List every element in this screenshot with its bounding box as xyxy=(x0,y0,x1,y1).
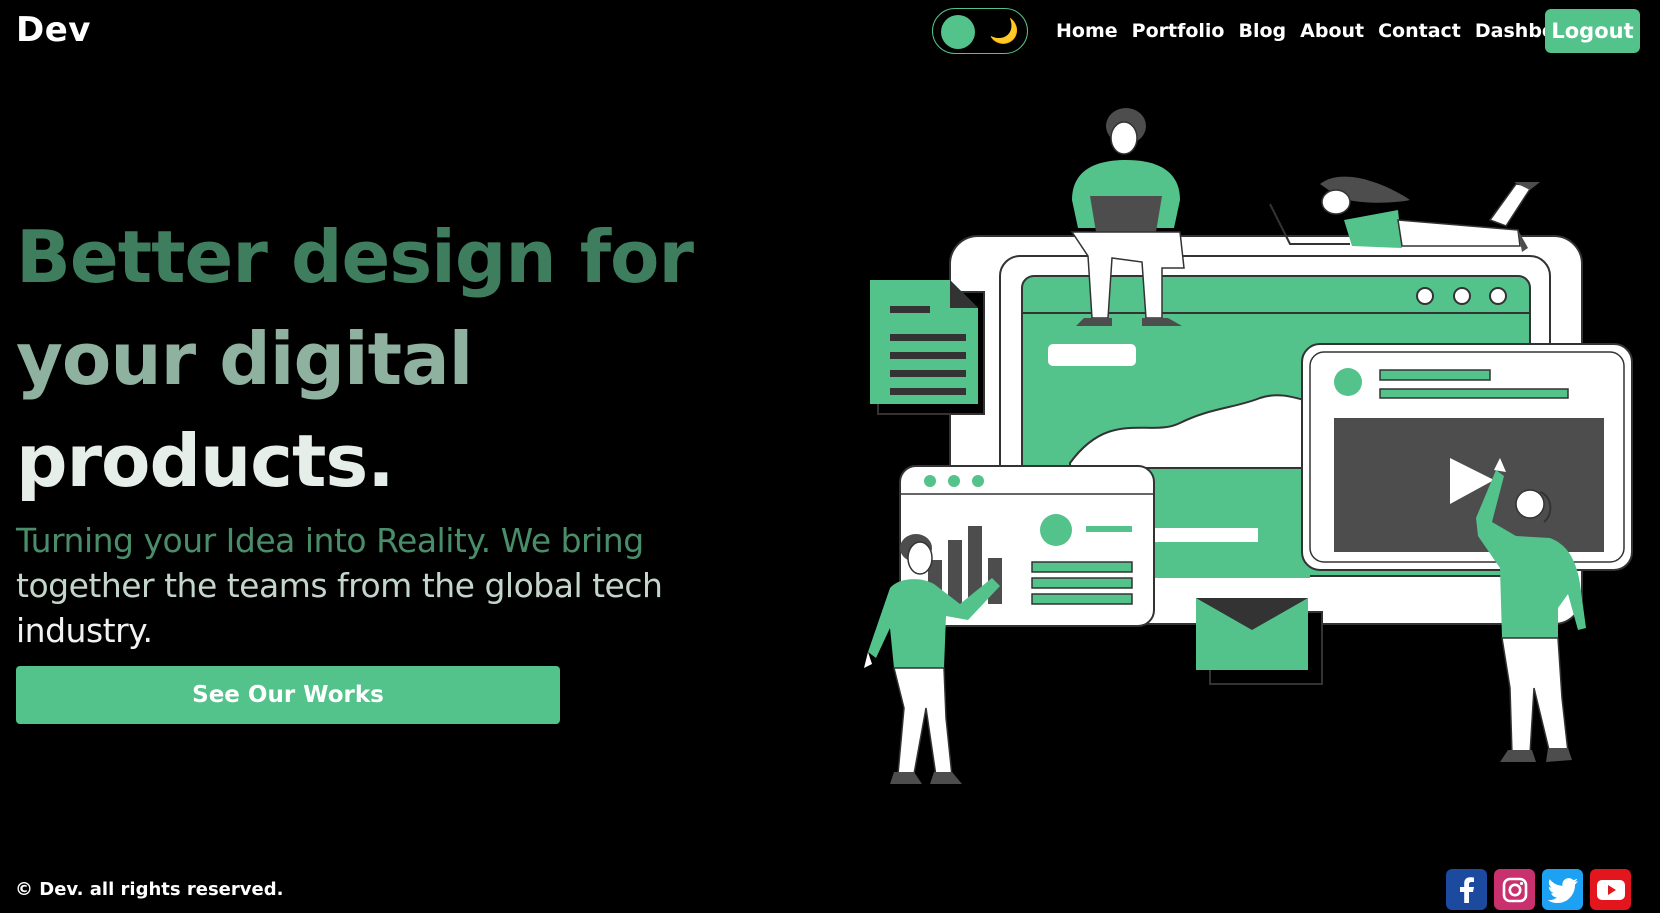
hero-subtitle-line: together the teams from the global tech xyxy=(16,566,663,605)
twitter-icon[interactable] xyxy=(1542,869,1583,910)
logo[interactable]: Dev xyxy=(16,10,91,50)
hero-illustration xyxy=(864,108,1633,784)
main-nav: Home Portfolio Blog About Contact Dashbo… xyxy=(1056,0,1605,62)
hero-title-line: Better design for xyxy=(16,215,694,299)
instagram-icon[interactable] xyxy=(1494,869,1535,910)
hero-subtitle: Turning your Idea into Reality. We bring… xyxy=(16,518,716,653)
hero-title-line: products. xyxy=(16,419,395,503)
nav-contact[interactable]: Contact xyxy=(1378,20,1461,42)
hero-title-line: your digital xyxy=(16,317,473,401)
facebook-icon[interactable] xyxy=(1446,869,1487,910)
hero-title: Better design for your digital products. xyxy=(16,206,716,512)
document-card xyxy=(870,280,985,415)
nav-blog[interactable]: Blog xyxy=(1238,20,1286,42)
theme-toggle[interactable]: 🌙 xyxy=(932,8,1028,54)
logout-button[interactable]: Logout xyxy=(1545,9,1640,53)
see-our-works-button[interactable]: See Our Works xyxy=(16,666,560,724)
youtube-icon[interactable] xyxy=(1590,869,1631,910)
page: Dev 🌙 Home Portfolio Blog About Contact … xyxy=(0,0,1660,913)
envelope xyxy=(1196,598,1323,685)
toggle-knob xyxy=(941,15,975,49)
hero-subtitle-line: industry. xyxy=(16,611,153,650)
nav-home[interactable]: Home xyxy=(1056,20,1118,42)
video-card xyxy=(1301,343,1633,571)
copyright: © Dev. all rights reserved. xyxy=(15,879,284,900)
nav-portfolio[interactable]: Portfolio xyxy=(1132,20,1225,42)
social-links xyxy=(1446,869,1631,910)
moon-icon: 🌙 xyxy=(989,17,1019,45)
hero-subtitle-line: Turning your Idea into Reality. We bring xyxy=(16,521,644,560)
nav-about[interactable]: About xyxy=(1300,20,1364,42)
